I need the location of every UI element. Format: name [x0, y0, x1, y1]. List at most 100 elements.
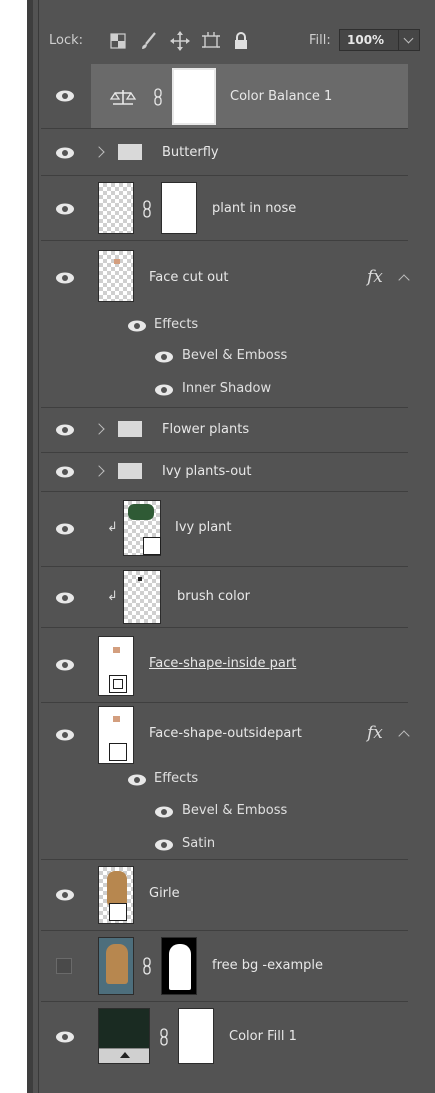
effect-visibility-eye-icon[interactable]	[154, 805, 174, 819]
visibility-eye-icon[interactable]	[55, 146, 75, 160]
layer-name[interactable]: Butterfly	[162, 145, 219, 160]
visibility-toggle-empty[interactable]	[56, 958, 72, 974]
chevron-right-icon[interactable]	[93, 146, 105, 158]
panel-left-border	[27, 0, 33, 1093]
layer-thumbnail[interactable]	[98, 706, 134, 764]
lock-fill-bar: Lock: Fill: 100%	[41, 24, 435, 60]
fill-indicator-icon	[120, 1052, 130, 1058]
layer-row-ivy-plants-out-group[interactable]: Ivy plants-out	[41, 453, 408, 491]
folder-icon	[118, 421, 142, 437]
layer-row-flower-plants-group[interactable]: Flower plants	[41, 408, 408, 452]
layer-name[interactable]: brush color	[177, 589, 250, 604]
layer-thumbnail[interactable]	[123, 500, 161, 556]
lock-transparent-pixels-icon[interactable]	[107, 30, 129, 52]
visibility-eye-icon[interactable]	[55, 423, 75, 437]
effect-inner-shadow[interactable]: Inner Shadow	[182, 381, 271, 396]
layer-mask-thumbnail[interactable]	[172, 68, 216, 125]
layer-row-face-cut-out[interactable]: Face cut out fx Effects Bevel & Emboss I…	[41, 241, 410, 407]
visibility-eye-icon[interactable]	[55, 888, 75, 902]
layer-name[interactable]: Girle	[149, 886, 180, 901]
lock-position-move-icon[interactable]	[169, 30, 191, 52]
mask-link-chain-icon[interactable]	[152, 88, 164, 106]
girl-preview-mark	[107, 871, 127, 905]
layer-mask-thumbnail[interactable]	[178, 1008, 214, 1064]
layer-row-color-balance[interactable]: Color Balance 1	[41, 64, 408, 128]
fill-slider-strip	[99, 1048, 149, 1063]
fx-badge-icon[interactable]: fx	[367, 723, 383, 743]
brush-preview-mark	[138, 577, 142, 581]
visibility-eye-icon[interactable]	[55, 522, 75, 536]
fill-dropdown-button[interactable]	[398, 29, 420, 51]
layer-thumbnail[interactable]	[98, 636, 134, 696]
layer-row-brush-color[interactable]: ↲ brush color	[41, 567, 408, 627]
layer-name[interactable]: Flower plants	[162, 422, 249, 437]
layer-row-plant-in-nose[interactable]: plant in nose	[41, 176, 408, 240]
layer-row-girle[interactable]: Girle	[41, 860, 408, 930]
fill-swatch-thumbnail[interactable]	[98, 1008, 150, 1064]
layer-row-color-fill[interactable]: Color Fill 1	[41, 1002, 408, 1072]
visibility-eye-icon[interactable]	[55, 728, 75, 742]
effect-bevel-emboss[interactable]: Bevel & Emboss	[182, 803, 287, 818]
layer-name[interactable]: Face-shape-inside part	[149, 656, 296, 671]
layer-name[interactable]: plant in nose	[212, 201, 296, 216]
layer-name[interactable]: Color Balance 1	[230, 89, 332, 104]
shape-layer-badge-icon	[109, 675, 127, 693]
fill-label: Fill:	[309, 33, 331, 48]
visibility-eye-icon[interactable]	[55, 591, 75, 605]
fill-opacity-input[interactable]: 100%	[339, 29, 399, 51]
effects-visibility-eye-icon[interactable]	[127, 319, 147, 333]
mask-link-chain-icon[interactable]	[141, 200, 153, 218]
lock-label: Lock:	[49, 33, 84, 48]
mask-link-chain-icon[interactable]	[141, 957, 153, 975]
chevron-up-icon[interactable]	[398, 274, 410, 286]
visibility-eye-icon[interactable]	[55, 89, 75, 103]
layer-row-face-shape-outside[interactable]: Face-shape-outsidepart fx Effects Bevel …	[41, 703, 410, 859]
effect-visibility-eye-icon[interactable]	[154, 383, 174, 397]
photo-preview-mark	[106, 944, 128, 984]
fx-badge-icon[interactable]: fx	[367, 267, 383, 287]
effects-visibility-eye-icon[interactable]	[127, 773, 147, 787]
mask-link-chain-icon[interactable]	[158, 1028, 170, 1046]
face-preview-mark	[114, 259, 120, 264]
layer-row-free-bg-example[interactable]: free bg -example	[41, 931, 408, 1001]
layer-thumbnail[interactable]	[98, 250, 134, 302]
effect-bevel-emboss[interactable]: Bevel & Emboss	[182, 348, 287, 363]
ivy-preview-mark	[128, 504, 154, 520]
layer-thumbnail[interactable]	[123, 570, 161, 624]
chevron-right-icon[interactable]	[93, 423, 105, 435]
layer-thumbnail[interactable]	[98, 937, 134, 995]
layer-thumbnail[interactable]	[98, 866, 134, 924]
visibility-eye-icon[interactable]	[55, 658, 75, 672]
smart-object-badge-icon	[109, 743, 127, 761]
lock-image-pixels-brush-icon[interactable]	[138, 30, 160, 52]
visibility-eye-icon[interactable]	[55, 1030, 75, 1044]
layer-mask-thumbnail[interactable]	[161, 937, 197, 995]
lock-all-padlock-icon[interactable]	[230, 30, 252, 52]
chevron-right-icon[interactable]	[93, 465, 105, 477]
lock-artboard-icon[interactable]	[200, 30, 222, 52]
visibility-eye-icon[interactable]	[55, 202, 75, 216]
effect-visibility-eye-icon[interactable]	[154, 350, 174, 364]
layer-name[interactable]: Ivy plant	[175, 520, 232, 535]
folder-icon	[118, 144, 142, 160]
layer-name[interactable]: Face-shape-outsidepart	[149, 726, 302, 741]
layer-row-ivy-plant[interactable]: ↲ Ivy plant	[41, 492, 408, 566]
effect-visibility-eye-icon[interactable]	[154, 838, 174, 852]
effects-label: Effects	[154, 317, 199, 332]
layer-name[interactable]: free bg -example	[212, 958, 323, 973]
chevron-down-icon	[403, 33, 414, 44]
effect-satin[interactable]: Satin	[182, 836, 215, 851]
layer-thumbnail[interactable]	[98, 182, 134, 234]
visibility-eye-icon[interactable]	[55, 465, 75, 479]
clipping-arrow-icon: ↲	[107, 589, 118, 604]
layer-name[interactable]: Ivy plants-out	[162, 464, 252, 479]
chevron-up-icon[interactable]	[398, 730, 410, 742]
balance-scale-icon	[109, 90, 137, 105]
layer-name[interactable]: Face cut out	[149, 270, 228, 285]
layer-name[interactable]: Color Fill 1	[229, 1029, 297, 1044]
layer-mask-thumbnail[interactable]	[161, 182, 197, 234]
visibility-eye-icon[interactable]	[55, 271, 75, 285]
effects-label: Effects	[154, 771, 199, 786]
layer-row-face-shape-inside[interactable]: Face-shape-inside part	[41, 628, 408, 702]
layer-row-butterfly-group[interactable]: Butterfly	[41, 129, 408, 175]
